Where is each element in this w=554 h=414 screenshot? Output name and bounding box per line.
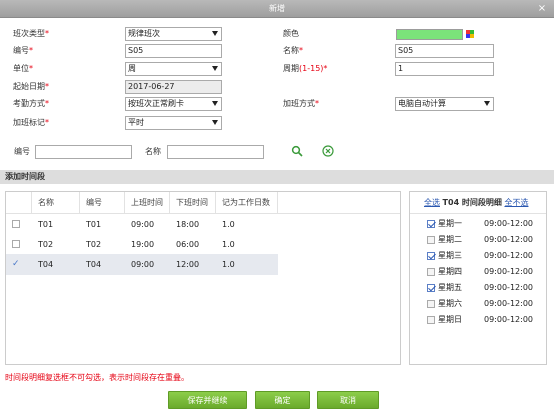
color-label: 颜色 [283,29,299,38]
row-code: T04 [86,260,102,269]
attendance-method-select[interactable]: 按班次正常刷卡 [125,97,222,111]
detail-row: 星期二 09:00-12:00 [410,232,546,248]
overtime-flag-select[interactable]: 平时 [125,116,222,130]
unit-label: 单位* [13,64,33,73]
detail-row: 星期日 09:00-12:00 [410,312,546,328]
row-off: 06:00 [176,240,200,249]
row-name: T02 [38,240,54,249]
dialog-titlebar: 新增 × [0,0,554,18]
day-label: 星期二 [438,235,462,244]
search-icon[interactable] [291,145,303,157]
day-time: 09:00-12:00 [484,235,533,244]
day-time: 09:00-12:00 [484,283,533,292]
start-date-label: 起始日期* [13,82,49,91]
day-time: 09:00-12:00 [484,219,533,228]
palette-icon[interactable] [466,30,474,38]
row-checkbox[interactable] [12,220,20,228]
section-bar: 添加时间段 [0,170,554,184]
day-time: 09:00-12:00 [484,299,533,308]
overtime-method-select[interactable]: 电脑自动计算 [395,97,494,111]
name-field[interactable]: S05 [395,44,494,58]
save-continue-button[interactable]: 保存并继续 [168,391,247,409]
table-header-off: 下班时间 [170,192,216,214]
day-label: 星期五 [438,283,462,292]
row-on: 09:00 [131,220,155,229]
day-label: 星期三 [438,251,462,260]
day-time: 09:00-12:00 [484,267,533,276]
cycle-field[interactable]: 1 [395,62,494,76]
color-swatch[interactable] [396,29,463,40]
detail-header: 全选 T04 时间段明细 全不选 [410,192,546,214]
detail-row: 星期四 09:00-12:00 [410,264,546,280]
day-time: 09:00-12:00 [484,251,533,260]
start-date-field[interactable]: 2017-06-27 [125,80,222,94]
select-none-link[interactable]: 全不选 [504,198,528,207]
chevron-down-icon [212,66,218,71]
day-label: 星期日 [438,315,462,324]
row-code: T01 [86,220,102,229]
day-label: 星期六 [438,299,462,308]
close-icon[interactable]: × [536,3,548,15]
row-days: 1.0 [222,220,235,229]
row-days: 1.0 [222,240,235,249]
day-time: 09:00-12:00 [484,315,533,324]
overlap-note: 时间段明细复选框不可勾选，表示时间段存在重叠。 [5,373,189,382]
row-days: 1.0 [222,260,235,269]
table-header-on: 上班时间 [125,192,170,214]
day-label: 星期四 [438,267,462,276]
table-header-name: 名称 [32,192,80,214]
attendance-method-label: 考勤方式* [13,99,49,108]
chevron-down-icon [212,101,218,106]
chevron-down-icon [212,31,218,36]
chevron-down-icon [212,120,218,125]
detail-row: 星期六 09:00-12:00 [410,296,546,312]
row-name: T04 [38,260,54,269]
detail-row: 星期三 09:00-12:00 [410,248,546,264]
shift-type-select[interactable]: 规律班次 [125,27,222,41]
section-title: 添加时间段 [5,172,45,181]
table-row[interactable]: T02 T02 19:00 06:00 1.0 [6,234,400,255]
table-header-code: 编号 [80,192,125,214]
row-off: 12:00 [176,260,200,269]
overtime-flag-label: 加班标记* [13,118,49,127]
table-row[interactable]: T01 T01 09:00 18:00 1.0 [6,214,400,235]
table-header-check [6,192,32,214]
search-number-input[interactable] [35,145,132,159]
row-name: T01 [38,220,54,229]
detail-row: 星期一 09:00-12:00 [410,216,546,232]
clear-icon[interactable] [322,145,334,157]
search-number-label: 编号 [14,147,30,156]
row-on: 09:00 [131,260,155,269]
row-check-icon[interactable]: ✓ [12,260,20,269]
number-field[interactable]: S05 [125,44,222,58]
cancel-button[interactable]: 取消 [317,391,379,409]
dialog-title: 新增 [269,4,285,13]
chevron-down-icon [484,101,490,106]
row-code: T02 [86,240,102,249]
row-checkbox[interactable] [12,240,20,248]
table-header-days: 记为工作日数 [216,192,278,214]
table-header: 名称 编号 上班时间 下班时间 记为工作日数 [6,192,400,214]
row-off: 18:00 [176,220,200,229]
overtime-method-label: 加班方式* [283,99,319,108]
row-on: 19:00 [131,240,155,249]
timeslot-table: 名称 编号 上班时间 下班时间 记为工作日数 T01 T01 09:00 18:… [5,191,401,365]
detail-list: 星期一 09:00-12:00 星期二 09:00-12:00 星期三 09:0… [410,216,546,328]
shift-type-label: 班次类型* [13,29,49,38]
search-name-label: 名称 [145,147,161,156]
detail-panel: 全选 T04 时间段明细 全不选 星期一 09:00-12:00 星期二 09:… [409,191,547,365]
number-label: 编号* [13,46,33,55]
cycle-label: 周期(1-15)* [283,64,328,73]
name-label: 名称* [283,46,303,55]
search-name-input[interactable] [167,145,264,159]
ok-button[interactable]: 确定 [255,391,310,409]
select-all-link[interactable]: 全选 [424,198,440,207]
day-label: 星期一 [438,219,462,228]
unit-select[interactable]: 周 [125,62,222,76]
detail-row: 星期五 09:00-12:00 [410,280,546,296]
detail-title: T04 时间段明细 [442,198,502,207]
table-row[interactable]: ✓ T04 T04 09:00 12:00 1.0 [6,254,278,275]
